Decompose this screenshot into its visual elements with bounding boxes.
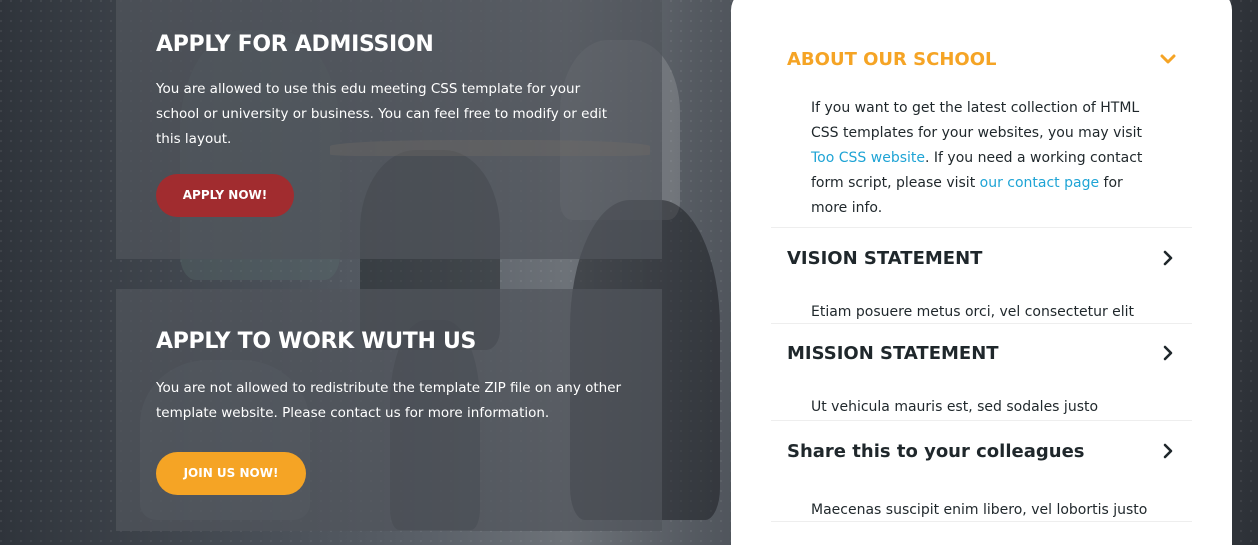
chevron-right-icon	[1160, 345, 1176, 361]
accordion-header-share[interactable]: Share this to your colleagues	[771, 421, 1192, 481]
accordion-body-about: If you want to get the latest collection…	[771, 87, 1192, 227]
apply-admission-card: APPLY FOR ADMISSION You are allowed to u…	[116, 0, 662, 259]
join-us-now-button[interactable]: JOIN US NOW!	[156, 452, 306, 495]
chevron-right-icon	[1160, 250, 1176, 266]
body-text: If you want to get the latest collection…	[811, 100, 1142, 141]
accordion-body-vision: Etiam posuere metus orci, vel consectetu…	[771, 288, 1192, 323]
body-text: Ut vehicula mauris est, sed sodales just…	[811, 399, 1099, 415]
card-text: You are not allowed to redistribute the …	[156, 380, 622, 421]
accordion-item-about: ABOUT OUR SCHOOL If you want to get the …	[771, 31, 1192, 228]
accordion-title: MISSION STATEMENT	[787, 342, 999, 364]
accordion-panel: ABOUT OUR SCHOOL If you want to get the …	[731, 0, 1232, 545]
card-title: APPLY TO WORK WUTH US	[156, 329, 477, 354]
too-css-link[interactable]: Too CSS website	[811, 150, 925, 166]
accordion-header-about[interactable]: ABOUT OUR SCHOOL	[771, 31, 1192, 87]
body-text: Etiam posuere metus orci, vel consectetu…	[811, 304, 1135, 320]
accordion-item-mission: MISSION STATEMENT Ut vehicula mauris est…	[771, 324, 1192, 421]
accordion-item-vision: VISION STATEMENT Etiam posuere metus orc…	[771, 228, 1192, 324]
apply-now-button[interactable]: APPLY NOW!	[156, 174, 294, 217]
accordion-title: ABOUT OUR SCHOOL	[787, 48, 997, 70]
accordion-body-share: Maecenas suscipit enim libero, vel lobor…	[771, 481, 1192, 521]
accordion-header-mission[interactable]: MISSION STATEMENT	[771, 324, 1192, 382]
accordion-header-vision[interactable]: VISION STATEMENT	[771, 228, 1192, 288]
card-title: APPLY FOR ADMISSION	[156, 32, 434, 57]
card-text: You are allowed to use this edu meeting …	[156, 81, 608, 147]
accordion-title: Share this to your colleagues	[787, 440, 1085, 462]
chevron-down-icon	[1160, 51, 1176, 67]
contact-page-link[interactable]: our contact page	[980, 175, 1099, 191]
chevron-right-icon	[1160, 443, 1176, 459]
apply-work-card: APPLY TO WORK WUTH US You are not allowe…	[116, 289, 662, 531]
accordion-item-share: Share this to your colleagues Maecenas s…	[771, 421, 1192, 522]
accordion-body-mission: Ut vehicula mauris est, sed sodales just…	[771, 382, 1192, 420]
body-text: Maecenas suscipit enim libero, vel lobor…	[811, 502, 1148, 518]
accordion-title: VISION STATEMENT	[787, 247, 983, 269]
